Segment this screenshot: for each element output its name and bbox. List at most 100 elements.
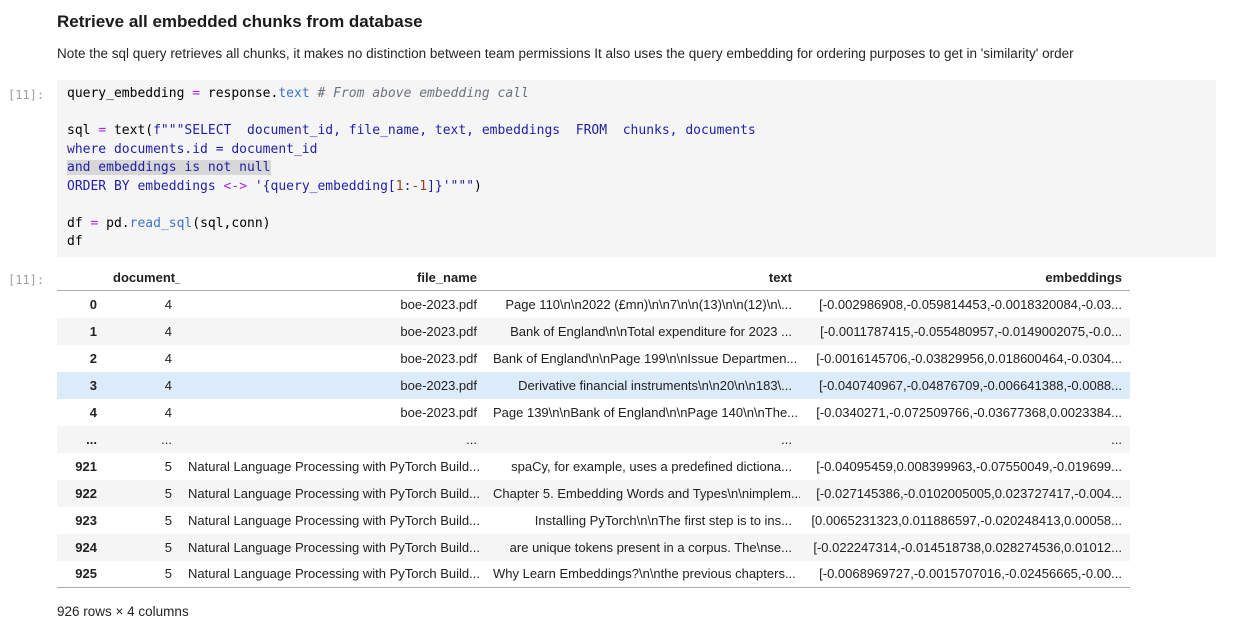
code-token: ) <box>474 179 482 194</box>
table-row: 14boe-2023.pdfBank of England\n\nTotal e… <box>57 318 1130 345</box>
table-cell: [-0.002986908,-0.059814453,-0.0018320084… <box>800 291 1130 318</box>
column-header: document_id <box>105 265 180 291</box>
code-token: = <box>98 123 106 138</box>
table-row: 44boe-2023.pdfPage 139\n\nBank of Englan… <box>57 399 1130 426</box>
output-area: document_idfile_nametextembeddings 04boe… <box>57 265 1246 620</box>
table-row: 34boe-2023.pdfDerivative financial instr… <box>57 372 1130 399</box>
code-token: ORDER BY embeddings <box>67 179 224 194</box>
table-cell: 5 <box>105 507 180 534</box>
code-token: (sql,conn) <box>192 216 270 231</box>
table-cell: Page 110\n\n2022 (£mn)\n\n7\n\n(13)\n\n(… <box>485 291 800 318</box>
code-token: # From above embedding call <box>317 86 528 101</box>
table-cell: are unique tokens present in a corpus. T… <box>485 534 800 561</box>
row-index: 923 <box>57 507 105 534</box>
table-cell: [0.0065231323,0.011886597,-0.020248413,0… <box>800 507 1130 534</box>
table-cell: 4 <box>105 399 180 426</box>
code-editor[interactable]: query_embedding = response.text # From a… <box>57 80 1216 257</box>
table-cell: 5 <box>105 561 180 588</box>
code-token: 1 <box>396 179 404 194</box>
code-token: f"""SELECT document_id, file_name, text,… <box>153 123 756 138</box>
table-cell: boe-2023.pdf <box>180 318 485 345</box>
code-token: = <box>192 86 200 101</box>
code-cell: [11]: query_embedding = response.text # … <box>0 80 1246 257</box>
code-line: df <box>67 233 1206 252</box>
table-cell: [-0.027145386,-0.0102005005,0.023727417,… <box>800 480 1130 507</box>
table-row: ............... <box>57 426 1130 453</box>
index-header <box>57 265 105 291</box>
page-title: Retrieve all embedded chunks from databa… <box>57 12 1216 32</box>
code-token: pd. <box>98 216 129 231</box>
markdown-cell: Retrieve all embedded chunks from databa… <box>57 12 1216 61</box>
table-row: 9225Natural Language Processing with PyT… <box>57 480 1130 507</box>
table-cell: ... <box>800 426 1130 453</box>
table-cell: 4 <box>105 372 180 399</box>
code-token: where documents.id = document_id <box>67 142 317 157</box>
table-row: 9255Natural Language Processing with PyT… <box>57 561 1130 588</box>
table-cell: Natural Language Processing with PyTorch… <box>180 534 485 561</box>
table-cell: 4 <box>105 291 180 318</box>
table-cell: Natural Language Processing with PyTorch… <box>180 561 485 588</box>
row-index: 4 <box>57 399 105 426</box>
table-cell: [-0.022247314,-0.014518738,0.028274536,0… <box>800 534 1130 561</box>
table-cell: [-0.0016145706,-0.03829956,0.018600464,-… <box>800 345 1130 372</box>
table-row: 04boe-2023.pdfPage 110\n\n2022 (£mn)\n\n… <box>57 291 1130 318</box>
table-row: 24boe-2023.pdfBank of England\n\nPage 19… <box>57 345 1130 372</box>
code-line: query_embedding = response.text # From a… <box>67 85 1206 104</box>
table-cell: boe-2023.pdf <box>180 345 485 372</box>
code-token: text( <box>106 123 153 138</box>
code-token: text <box>278 86 309 101</box>
table-cell: ... <box>105 426 180 453</box>
code-token: ]}'""" <box>427 179 474 194</box>
code-line: and embeddings is not null <box>67 159 1206 178</box>
row-index: 0 <box>57 291 105 318</box>
dataframe-header-row: document_idfile_nametextembeddings <box>57 265 1130 291</box>
code-line: where documents.id = document_id <box>67 141 1206 160</box>
table-cell: [-0.0068969727,-0.0015707016,-0.02456665… <box>800 561 1130 588</box>
row-index: 922 <box>57 480 105 507</box>
table-cell: Natural Language Processing with PyTorch… <box>180 453 485 480</box>
code-token: '{query_embedding[ <box>247 179 396 194</box>
notebook-page: Retrieve all embedded chunks from databa… <box>0 0 1246 619</box>
table-cell: [-0.04095459,0.008399963,-0.07550049,-0.… <box>800 453 1130 480</box>
table-cell: ... <box>180 426 485 453</box>
code-token: and embeddings is not null <box>67 160 271 175</box>
table-cell: boe-2023.pdf <box>180 372 485 399</box>
table-cell: Why Learn Embeddings?\n\nthe previous ch… <box>485 561 800 588</box>
table-cell: boe-2023.pdf <box>180 291 485 318</box>
code-token: query_embedding <box>67 86 192 101</box>
table-cell: Derivative financial instruments\n\n20\n… <box>485 372 800 399</box>
code-token: <-> <box>224 179 247 194</box>
table-cell: Bank of England\n\nPage 199\n\nIssue Dep… <box>485 345 800 372</box>
table-cell: Chapter 5. Embedding Words and Types\n\n… <box>485 480 800 507</box>
table-cell: 4 <box>105 318 180 345</box>
markdown-note: Note the sql query retrieves all chunks,… <box>57 46 1216 61</box>
table-cell: 5 <box>105 534 180 561</box>
table-cell: ... <box>485 426 800 453</box>
table-cell: 5 <box>105 453 180 480</box>
code-token: df <box>67 216 90 231</box>
code-token: -1 <box>411 179 427 194</box>
table-cell: [-0.040740967,-0.04876709,-0.006641388,-… <box>800 372 1130 399</box>
code-line <box>67 104 1206 123</box>
code-line: sql = text(f"""SELECT document_id, file_… <box>67 122 1206 141</box>
code-token: sql <box>67 123 98 138</box>
row-index: 3 <box>57 372 105 399</box>
code-token: df <box>67 234 83 249</box>
row-index: 925 <box>57 561 105 588</box>
row-index: ... <box>57 426 105 453</box>
table-cell: Natural Language Processing with PyTorch… <box>180 480 485 507</box>
input-prompt: [11]: <box>0 80 57 102</box>
table-cell: 5 <box>105 480 180 507</box>
table-row: 9235Natural Language Processing with PyT… <box>57 507 1130 534</box>
table-cell: Page 139\n\nBank of England\n\nPage 140\… <box>485 399 800 426</box>
table-cell: Bank of England\n\nTotal expenditure for… <box>485 318 800 345</box>
code-token: response. <box>200 86 278 101</box>
table-cell: boe-2023.pdf <box>180 399 485 426</box>
row-index: 921 <box>57 453 105 480</box>
row-index: 2 <box>57 345 105 372</box>
code-line: ORDER BY embeddings <-> '{query_embeddin… <box>67 178 1206 197</box>
row-index: 1 <box>57 318 105 345</box>
output-prompt: [11]: <box>0 265 57 287</box>
table-cell: Installing PyTorch\n\nThe first step is … <box>485 507 800 534</box>
code-line <box>67 196 1206 215</box>
